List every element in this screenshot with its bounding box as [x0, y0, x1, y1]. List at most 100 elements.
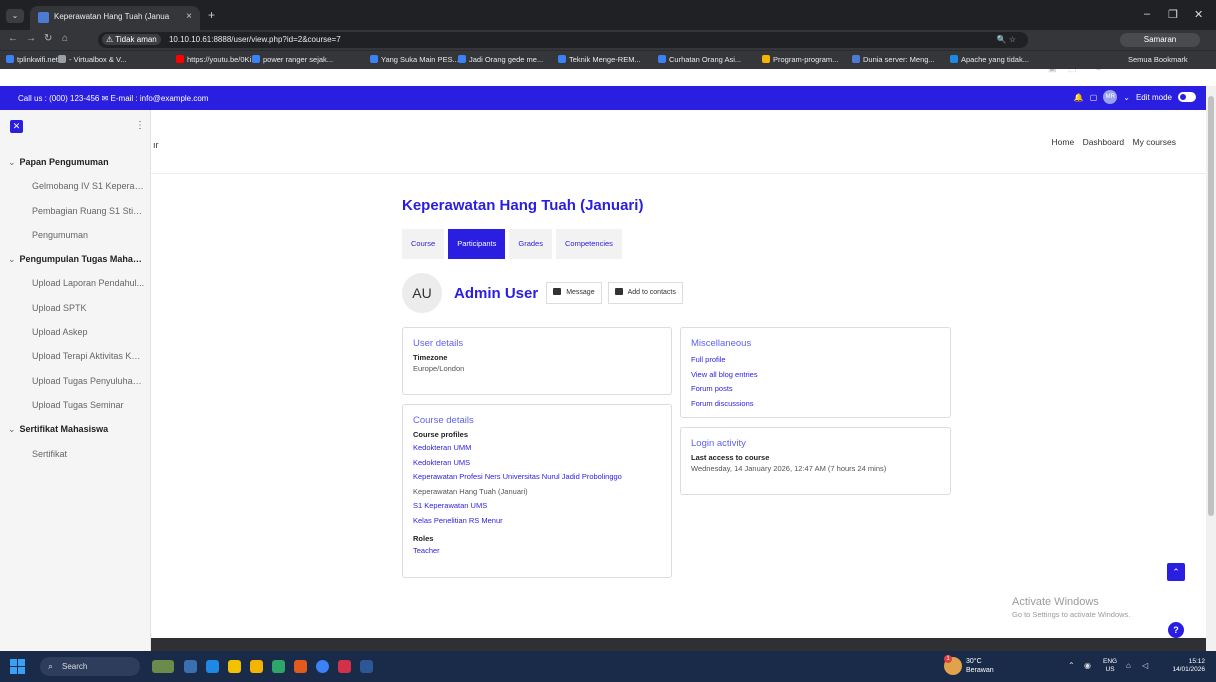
drawer-activity-item[interactable]: Pengumuman	[0, 223, 151, 247]
taskbar-search[interactable]: ⌕ Search	[40, 657, 140, 676]
role-link[interactable]: Teacher	[413, 545, 661, 556]
bookmark-item[interactable]: - Virtualbox & V...	[58, 55, 127, 64]
course-tabs: Course Participants Grades Competencies	[402, 229, 622, 259]
course-profile-item[interactable]: Kedokteran UMS	[413, 456, 661, 471]
word-icon[interactable]	[360, 660, 373, 673]
tab-search-menu-button[interactable]: ⌄	[6, 9, 24, 23]
edit-mode-toggle[interactable]	[1178, 92, 1196, 102]
login-activity-card: Login activity Last access to course Wed…	[680, 427, 951, 495]
home-icon[interactable]: ⌂	[62, 33, 68, 44]
edge-icon[interactable]	[206, 660, 219, 673]
drawer-activity-item[interactable]: Upload Askep	[0, 320, 151, 344]
bookmark-item[interactable]: power ranger sejak...	[252, 55, 333, 64]
bookmarks-bar: tplinkwifi.net - Virtualbox & V... https:/…	[0, 50, 1216, 69]
user-full-name: Admin User	[454, 284, 539, 302]
drawer-activity-item[interactable]: Upload SPTK	[0, 296, 151, 320]
system-clock[interactable]: 15:12 14/01/2026	[1165, 658, 1205, 674]
settings-gear-icon[interactable]	[228, 660, 241, 673]
page-scrollbar[interactable]	[1206, 86, 1216, 651]
chrome-icon[interactable]	[316, 660, 329, 673]
bookmark-item[interactable]: Yang Suka Main PES...	[370, 55, 459, 64]
last-access-label: Last access to course	[691, 453, 770, 462]
windows-start-icon[interactable]	[10, 659, 25, 674]
task-view-icon[interactable]	[184, 660, 197, 673]
widgets-icon[interactable]	[152, 660, 174, 673]
url-omnibox[interactable]: ⚠ Tidak aman 10.10.10.61:8888/user/view.…	[98, 32, 1028, 48]
course-profile-item[interactable]: Kelas Penelitian RS Menur	[413, 514, 661, 529]
section-chevron-icon[interactable]: ⌄	[8, 254, 16, 264]
file-explorer-icon[interactable]	[250, 660, 263, 673]
zoom-bookmark-star-icon[interactable]: 🔍 ☆	[997, 32, 1016, 48]
course-profile-item[interactable]: Keperawatan Profesi Ners Universitas Nur…	[413, 470, 661, 485]
drawer-activity-item[interactable]: Upload Tugas Seminar	[0, 393, 151, 417]
tab-competencies[interactable]: Competencies	[555, 229, 622, 259]
bookmark-item[interactable]: Curhatan Orang Asi...	[658, 55, 741, 64]
drawer-activity-item[interactable]: Sertifikat	[0, 442, 151, 466]
nav-dashboard[interactable]: Dashboard	[1083, 137, 1125, 147]
forum-posts-link[interactable]: Forum posts	[691, 382, 940, 397]
message-button[interactable]: Message	[546, 282, 602, 304]
tab-close-icon[interactable]: ×	[186, 11, 192, 22]
bookmark-item[interactable]: Jadi Orang gede me...	[458, 55, 543, 64]
nav-home[interactable]: Home	[1052, 137, 1075, 147]
add-to-contacts-button[interactable]: Add to contacts	[607, 282, 683, 304]
whatsapp-icon[interactable]	[272, 660, 285, 673]
language-indicator[interactable]: ENG US	[1103, 658, 1117, 674]
drawer-section[interactable]: ⌄ Papan Pengumuman	[0, 150, 151, 174]
minimize-button[interactable]: –	[1144, 8, 1150, 20]
help-button[interactable]: ?	[1168, 622, 1184, 638]
bookmark-item[interactable]: https://youtu.be/0Ki...	[176, 55, 257, 64]
drawer-activity-item[interactable]: Pembagian Ruang S1 Stike...	[0, 199, 151, 223]
tab-grades[interactable]: Grades	[509, 229, 552, 259]
bookmark-item[interactable]: Dunia server: Meng...	[852, 55, 935, 64]
user-avatar[interactable]: MR	[1103, 90, 1118, 104]
tab-participants[interactable]: Participants	[448, 229, 506, 259]
reload-icon[interactable]: ↻	[44, 33, 52, 44]
drawer-activity-item[interactable]: Upload Laporan Pendahul...	[0, 271, 151, 295]
tray-chevron-icon[interactable]: ⌃	[1068, 661, 1075, 670]
browser-tab-active[interactable]: Keperawatan Hang Tuah (Janua ×	[30, 6, 200, 30]
drawer-section[interactable]: ⌄ Sertifikat Mahasiswa	[0, 417, 151, 441]
weather-widget[interactable]: 1 30°C Berawan	[944, 655, 994, 675]
section-chevron-icon[interactable]: ⌄	[8, 157, 16, 167]
drawer-activity-item[interactable]: Gelmobang IV S1 Keperaw...	[0, 174, 151, 198]
tray-app-icon[interactable]: ◉	[1084, 661, 1091, 670]
new-tab-button[interactable]: +	[208, 8, 215, 22]
bookmark-item[interactable]: Program-program...	[762, 55, 838, 64]
tab-course[interactable]: Course	[402, 229, 445, 259]
all-bookmarks-folder[interactable]: Semua Bookmark	[1128, 55, 1188, 64]
security-warning-badge[interactable]: ⚠ Tidak aman	[102, 34, 161, 45]
app-icon[interactable]	[294, 660, 307, 673]
blog-entries-link[interactable]: View all blog entries	[691, 368, 940, 383]
user-menu-chevron-icon[interactable]: ⌄	[1123, 93, 1130, 102]
profile-button[interactable]: Samaran	[1120, 33, 1200, 47]
bookmark-item[interactable]: tplinkwifi.net	[6, 55, 58, 64]
drawer-activity-item[interactable]: Upload Tugas Penyuluhan ...	[0, 369, 151, 393]
bookmark-item[interactable]: Teknik Menge-REM...	[558, 55, 641, 64]
nav-my-courses[interactable]: My courses	[1133, 137, 1176, 147]
section-chevron-icon[interactable]: ⌄	[8, 424, 16, 434]
scrollbar-thumb[interactable]	[1208, 96, 1214, 516]
volume-icon[interactable]: ◁	[1142, 661, 1148, 670]
close-drawer-button[interactable]: ✕	[10, 120, 23, 133]
bookmark-item[interactable]: Apache yang tidak...	[950, 55, 1029, 64]
drawer-options-icon[interactable]: ⋮	[135, 120, 145, 131]
close-window-button[interactable]: ✕	[1194, 8, 1203, 21]
back-to-top-button[interactable]: ⌃	[1167, 563, 1185, 581]
media-icon[interactable]	[338, 660, 351, 673]
bookmark-favicon-icon	[558, 55, 566, 63]
course-profile-item[interactable]: Kedokteran UMM	[413, 441, 661, 456]
drawer-section[interactable]: ⌄ Pengumpulan Tugas Mahas...	[0, 247, 151, 271]
notification-bell-icon[interactable]: 🔔	[1074, 93, 1084, 102]
forum-discussions-link[interactable]: Forum discussions	[691, 397, 940, 412]
forward-icon[interactable]: →	[26, 33, 36, 44]
restore-button[interactable]: ❐	[1168, 8, 1178, 21]
full-profile-link[interactable]: Full profile	[691, 353, 940, 368]
back-icon[interactable]: ←	[8, 33, 18, 44]
site-brand[interactable]: ır	[153, 140, 159, 150]
drawer-activity-item[interactable]: Upload Terapi Aktivitas Kel...	[0, 344, 151, 368]
course-profile-item[interactable]: S1 Keperawatan UMS	[413, 499, 661, 514]
network-icon[interactable]: ⌂	[1126, 661, 1131, 670]
messages-icon[interactable]: ▢	[1090, 93, 1098, 102]
windows-taskbar: ⌕ Search 1 30°C Berawan ⌃ ◉ ENG US ⌂ ◁ 15…	[0, 651, 1216, 682]
